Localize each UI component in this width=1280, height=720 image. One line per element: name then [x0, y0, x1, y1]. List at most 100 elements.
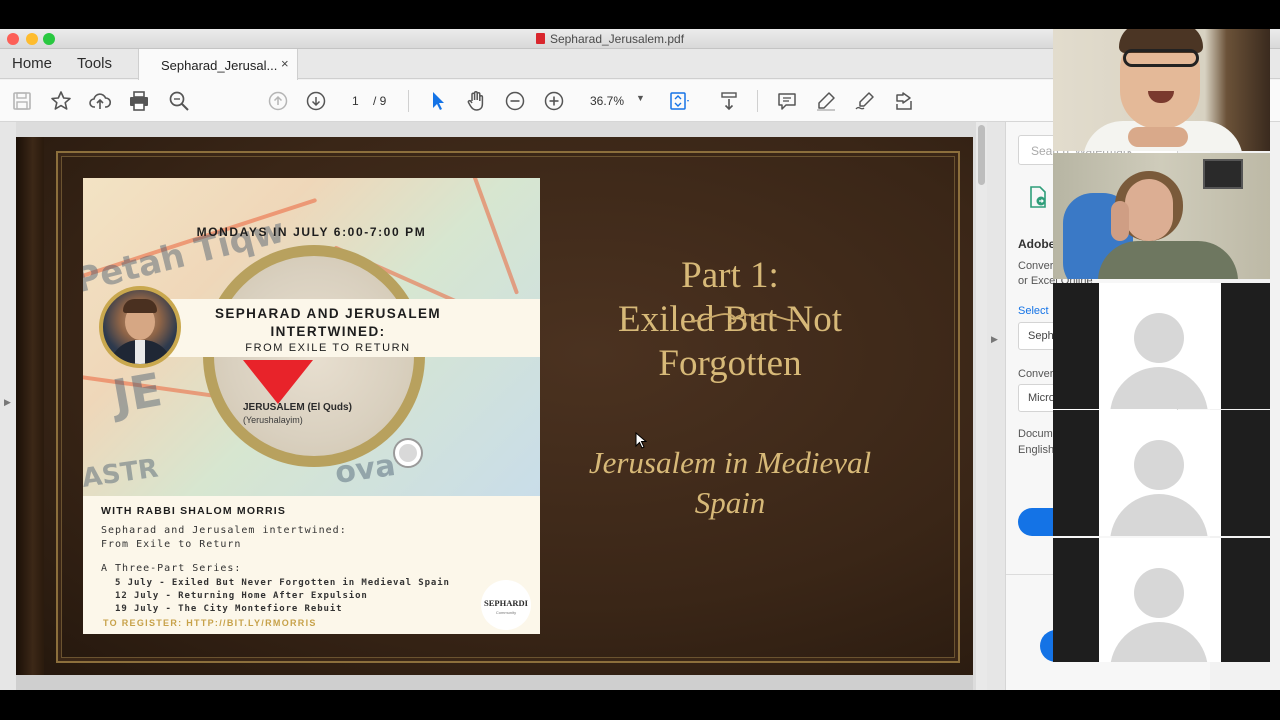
participant-glasses	[1123, 49, 1199, 67]
zoom-dropdown-icon[interactable]: ▼	[636, 93, 645, 103]
person-placeholder-icon	[1134, 313, 1184, 363]
scroll-mode-icon[interactable]	[717, 89, 741, 113]
target-marker-icon	[395, 440, 421, 466]
scrollbar-thumb[interactable]	[978, 125, 985, 185]
poster-schedule: MONDAYS IN JULY 6:00-7:00 PM	[196, 225, 427, 239]
page-total: / 9	[373, 94, 387, 108]
convert-label: Conver	[1018, 368, 1054, 380]
mouse-cursor-icon	[635, 432, 647, 449]
panel-text: Conver	[1018, 260, 1054, 272]
previous-page-icon[interactable]	[266, 89, 290, 113]
page-number-input[interactable]: 1	[352, 94, 359, 108]
zoom-in-icon[interactable]	[542, 89, 566, 113]
poster-description-line2: From Exile to Return	[101, 539, 242, 550]
save-icon[interactable]	[10, 89, 34, 113]
select-file-link[interactable]: Select	[1018, 305, 1049, 317]
video-tile-no-camera[interactable]	[1053, 538, 1270, 662]
window-title-text: Sepharad_Jerusalem.pdf	[549, 32, 685, 46]
book-spine	[16, 137, 44, 676]
series-item: 12 July - Returning Home After Expulsion	[115, 591, 368, 601]
toolbar-divider	[757, 90, 758, 112]
poster-register-link: TO REGISTER: HTTP://BIT.LY/RMORRIS	[103, 618, 317, 628]
select-pointer-icon[interactable]	[425, 89, 449, 113]
map-bg-label: JE	[108, 362, 166, 424]
print-icon[interactable]	[127, 89, 151, 113]
upload-cloud-icon[interactable]	[88, 89, 112, 113]
expand-left-panel-icon[interactable]: ▶	[4, 397, 11, 408]
left-panel-gutter: ▶	[0, 122, 16, 690]
poster-series-heading: A Three-Part Series:	[101, 563, 242, 574]
bookmark-star-icon[interactable]	[49, 89, 73, 113]
highlight-pen-icon[interactable]	[814, 89, 838, 113]
tab-home[interactable]: Home	[12, 55, 52, 72]
close-tab-icon[interactable]: ×	[281, 56, 289, 71]
comment-icon[interactable]	[775, 89, 799, 113]
avatar-hair	[123, 299, 157, 313]
rabbi-avatar	[99, 286, 181, 368]
slide-title-line3: Forgotten	[658, 343, 802, 384]
export-pdf-icon[interactable]	[1028, 186, 1048, 208]
slide-subtitle-line2: Spain	[694, 485, 766, 520]
screen: Sepharad_Jerusalem.pdf Home Tools Sephar…	[0, 0, 1280, 720]
person-placeholder-icon	[1134, 568, 1184, 618]
map-city-sublabel: (Yerushalayim)	[243, 415, 303, 425]
tab-document-label: Sepharad_Jerusal...	[161, 58, 278, 73]
more-tools-icon[interactable]	[892, 89, 916, 113]
pdf-page: Petah Tiqw JE ZASTR ova JERUSALEM (El Qu…	[16, 137, 973, 676]
sign-icon[interactable]	[853, 89, 877, 113]
person-placeholder-body	[1110, 367, 1208, 409]
panel-heading: Adobe	[1018, 237, 1056, 251]
series-item: 19 July - The City Montefiore Rebuit	[115, 604, 343, 614]
poster-speaker: WITH RABBI SHALOM MORRIS	[101, 505, 287, 517]
fit-page-icon[interactable]	[667, 89, 691, 113]
placeholder-background	[1099, 538, 1221, 662]
participant-hand	[1111, 201, 1129, 241]
slide-subtitle-line1: Jerusalem in Medieval	[588, 445, 872, 480]
sephardi-logo: SEPHARDI Community	[481, 580, 531, 630]
window-title: Sepharad_Jerusalem.pdf	[0, 32, 1220, 46]
collapse-right-panel-icon[interactable]: ▶	[991, 334, 998, 345]
video-tile-speaker[interactable]	[1053, 29, 1270, 151]
next-page-edge	[16, 675, 973, 690]
person-placeholder-body	[1110, 494, 1208, 536]
series-item: 5 July - Exiled But Never Forgotten in M…	[115, 578, 450, 588]
participant-body	[1098, 241, 1238, 279]
video-tile-no-camera[interactable]	[1053, 283, 1270, 409]
video-tile-participant[interactable]	[1053, 153, 1270, 279]
placeholder-background	[1099, 283, 1221, 409]
document-language-value[interactable]: English	[1018, 444, 1054, 456]
tab-document[interactable]: Sepharad_Jerusal... ×	[138, 49, 298, 80]
logo-text: SEPHARDI	[484, 598, 528, 608]
placeholder-background	[1099, 410, 1221, 536]
tab-tools[interactable]: Tools	[77, 55, 112, 72]
poster-title-line1: SEPHARAD AND JERUSALEM	[214, 306, 442, 321]
person-placeholder-icon	[1134, 440, 1184, 490]
avatar-shirt	[135, 340, 145, 364]
document-language-label: Docum	[1018, 428, 1053, 440]
video-tile-no-camera[interactable]	[1053, 410, 1270, 536]
participant-hands	[1128, 127, 1188, 147]
zoom-search-icon[interactable]	[167, 89, 191, 113]
logo-subtext: Community	[495, 610, 517, 615]
event-poster: Petah Tiqw JE ZASTR ova JERUSALEM (El Qu…	[83, 178, 540, 634]
poster-details: WITH RABBI SHALOM MORRIS Sepharad and Je…	[83, 496, 540, 634]
next-page-icon[interactable]	[304, 89, 328, 113]
wall-picture	[1203, 159, 1243, 189]
ornament-flourish-icon	[690, 313, 800, 325]
toolbar-divider	[408, 90, 409, 112]
right-panel-gutter	[987, 122, 1005, 690]
poster-description-line1: Sepharad and Jerusalem intertwined:	[101, 525, 347, 536]
pdf-file-icon	[535, 33, 545, 44]
zoom-out-icon[interactable]	[503, 89, 527, 113]
poster-title-line2: INTERTWINED:	[270, 324, 386, 339]
person-placeholder-body	[1110, 622, 1208, 662]
poster-title-line3: FROM EXILE TO RETURN	[245, 342, 411, 354]
slide-title-line1: Part 1:	[681, 255, 779, 296]
document-viewport[interactable]: ▶ Petah Tiqw JE ZASTR ova JERUSALEM (El …	[0, 122, 1005, 690]
participant-face	[1125, 179, 1173, 241]
zoom-level-select[interactable]: 36.7%	[590, 94, 624, 108]
hand-tool-icon[interactable]	[464, 89, 488, 113]
vertical-scrollbar[interactable]	[976, 122, 987, 690]
map-city-label: JERUSALEM (El Quds)	[243, 402, 352, 413]
map-bg-label: ZASTR	[83, 453, 161, 496]
